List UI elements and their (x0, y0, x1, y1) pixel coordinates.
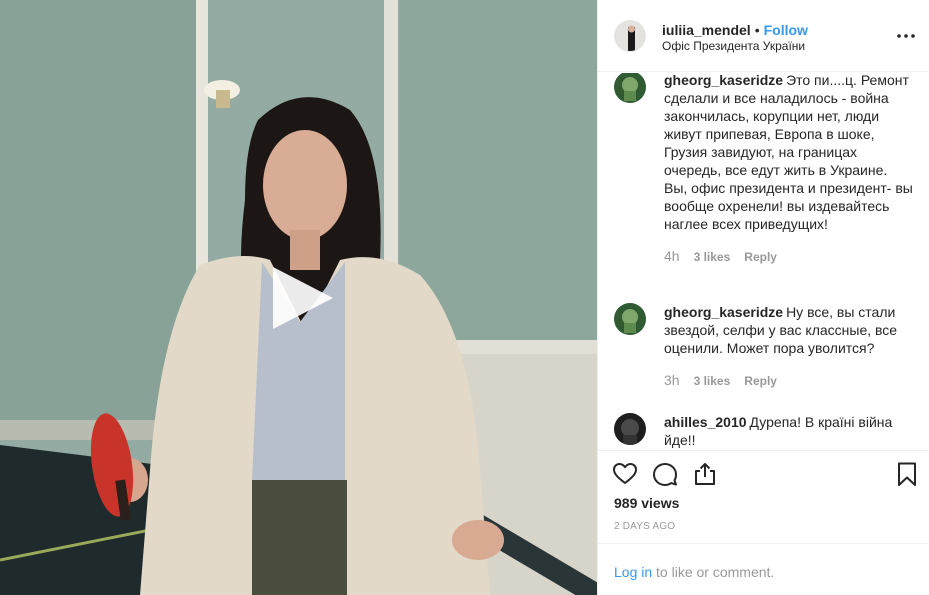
save-button[interactable] (894, 461, 922, 489)
comment-likes[interactable]: 3 likes (694, 373, 731, 389)
comment-item: gheorg_kaseridze Ну все, вы стали звездой… (614, 303, 914, 388)
views-label: views (641, 495, 680, 511)
avatar-image (614, 413, 646, 445)
login-rest-text: to like or comment. (656, 564, 775, 580)
author-username[interactable]: iuliia_mendel (662, 22, 751, 38)
comment-username[interactable]: gheorg_kaseridze (664, 304, 783, 320)
comment-meta: 3h 3 likes Reply (664, 372, 914, 388)
post-header: iuliia_mendel • Follow Офіс Президента Укр… (598, 0, 929, 72)
login-text: Log in to like or comment. (614, 564, 774, 580)
author-avatar[interactable] (614, 20, 646, 52)
author-line: iuliia_mendel • Follow (662, 21, 808, 39)
comment-body: ahilles_2010 Дурепа! В країні війна йде!! (664, 413, 914, 449)
avatar-image (615, 21, 645, 51)
comment-body: gheorg_kaseridze Это пи....ц. Ремонт сдел… (664, 73, 914, 233)
login-link[interactable]: Log in (614, 564, 652, 580)
commenter-avatar[interactable] (614, 303, 646, 335)
post-details-panel: iuliia_mendel • Follow Офіс Президента Укр… (597, 0, 929, 595)
like-button[interactable] (612, 461, 640, 489)
heart-icon (613, 463, 637, 484)
comment-username[interactable]: gheorg_kaseridze (664, 73, 783, 88)
more-horizontal-icon (897, 34, 915, 38)
play-button[interactable] (265, 262, 337, 334)
comment-body: gheorg_kaseridze Ну все, вы стали звездой… (664, 303, 914, 357)
commenter-avatar[interactable] (614, 73, 646, 103)
comment-likes[interactable]: 3 likes (694, 249, 731, 265)
action-bar (598, 450, 929, 498)
bookmark-icon (898, 462, 916, 486)
comment-text: Это пи....ц. Ремонт сделали и все налади… (664, 73, 913, 232)
separator-dot: • (754, 22, 760, 38)
share-icon (695, 463, 715, 485)
commenter-avatar[interactable] (614, 413, 646, 445)
view-count[interactable]: 989 views (614, 495, 679, 511)
post-location[interactable]: Офіс Президента України (662, 39, 805, 54)
post-video[interactable] (0, 0, 597, 595)
comment-icon (653, 463, 677, 486)
share-button[interactable] (692, 461, 720, 489)
avatar-image (614, 303, 646, 335)
views-number: 989 (614, 495, 638, 511)
reply-button[interactable]: Reply (744, 373, 777, 389)
avatar-image (614, 73, 646, 103)
more-options-button[interactable] (896, 26, 916, 46)
comments-list[interactable]: gheorg_kaseridze Это пи....ц. Ремонт сдел… (598, 73, 929, 449)
post-date[interactable]: 2 DAYS AGO (614, 521, 675, 532)
play-icon (273, 267, 333, 329)
reply-button[interactable]: Reply (744, 249, 777, 265)
comment-item: gheorg_kaseridze Это пи....ц. Ремонт сдел… (614, 73, 914, 264)
follow-button[interactable]: Follow (764, 22, 808, 38)
comment-time[interactable]: 3h (664, 372, 680, 388)
comment-button[interactable] (652, 461, 680, 489)
comment-time[interactable]: 4h (664, 248, 680, 264)
comment-item: ahilles_2010 Дурепа! В країні війна йде!! (614, 413, 914, 449)
comment-meta: 4h 3 likes Reply (664, 248, 914, 264)
comment-username[interactable]: ahilles_2010 (664, 414, 747, 430)
login-prompt: Log in to like or comment. (598, 543, 929, 595)
